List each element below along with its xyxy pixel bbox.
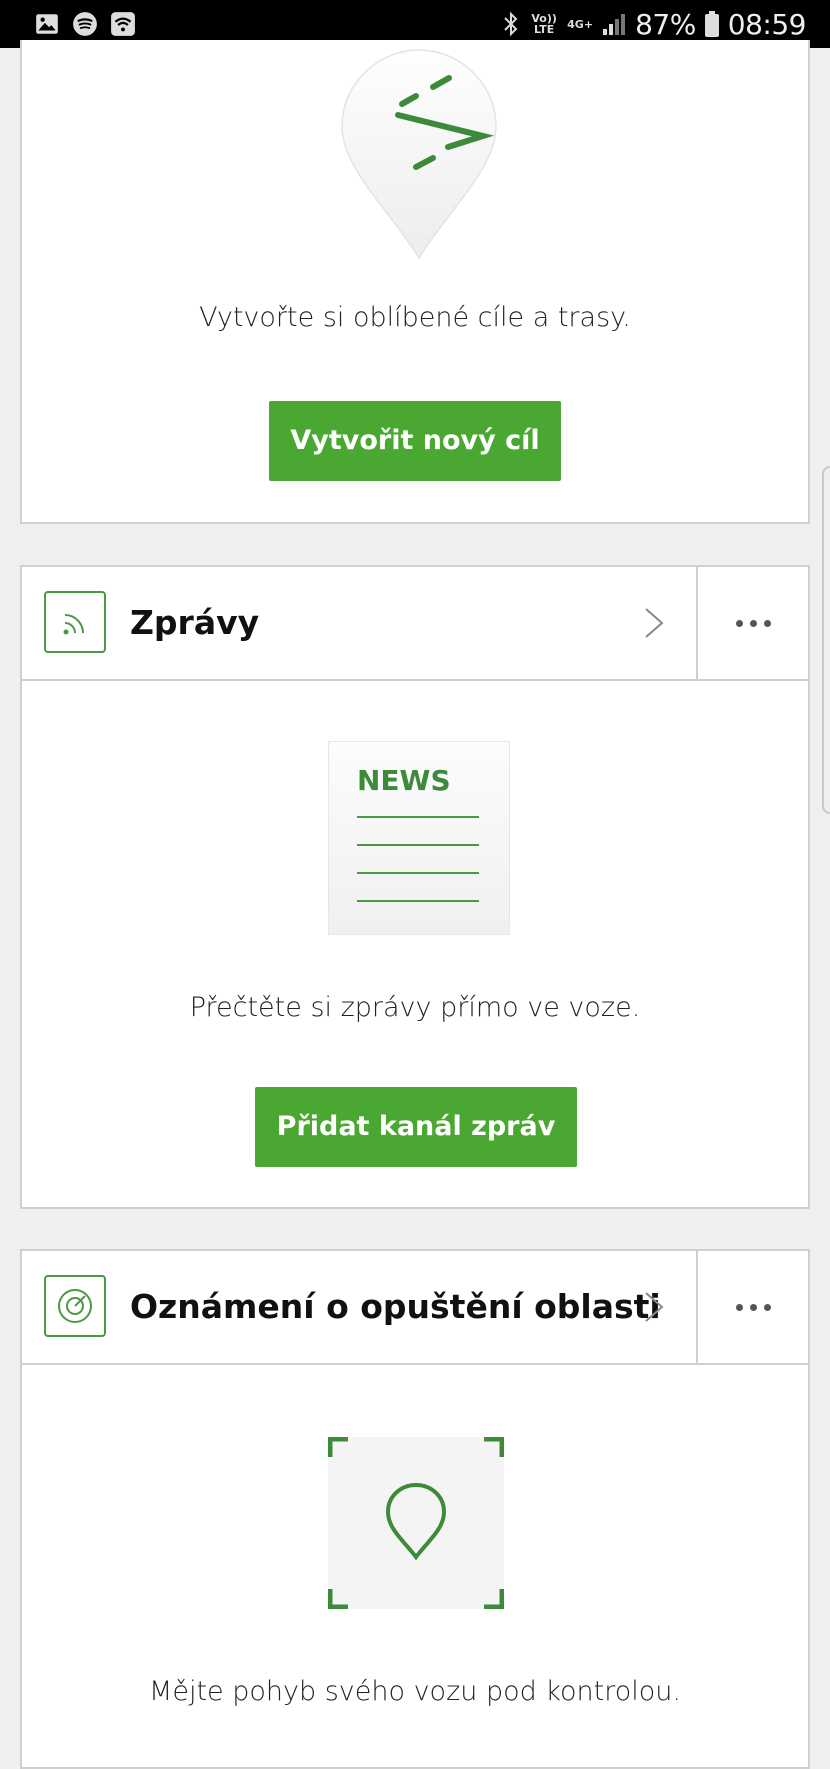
add-news-feed-button[interactable]: Přidat kanál zpráv <box>255 1087 577 1167</box>
more-options-icon[interactable] <box>698 1251 808 1363</box>
spotify-icon <box>73 12 97 36</box>
battery-icon <box>704 11 719 37</box>
geofence-illustration <box>328 1437 504 1609</box>
image-icon <box>36 14 58 34</box>
favorites-card: Vytvořte si oblíbené cíle a trasy. Vytvo… <box>20 40 810 524</box>
create-destination-button[interactable]: Vytvořit nový cíl <box>269 401 561 481</box>
news-card-header[interactable]: Zprávy <box>22 567 808 681</box>
signal-icon <box>603 14 626 35</box>
rss-icon <box>44 591 106 653</box>
wifi-icon <box>111 12 135 36</box>
battery-percent: 87% <box>635 7 696 41</box>
geofence-card: Oznámení o opuštění oblasti Mějte pohyb … <box>20 1249 810 1769</box>
scrollbar[interactable] <box>822 466 830 814</box>
radar-icon <box>44 1275 106 1337</box>
location-pin-icon <box>385 1482 447 1561</box>
news-card-title: Zprávy <box>130 603 260 642</box>
news-description: Přečtěte si zprávy přímo ve voze. <box>189 992 641 1023</box>
network-type: Vo)) LTE <box>531 12 557 36</box>
chevron-right-icon[interactable] <box>642 1289 666 1325</box>
route-pin-illustration <box>341 49 497 260</box>
network-gen: 4G+ <box>567 17 594 31</box>
news-illustration: NEWS <box>328 741 510 935</box>
more-options-icon[interactable] <box>698 567 808 679</box>
clock: 08:59 <box>727 7 807 41</box>
geofence-card-title: Oznámení o opuštění oblasti <box>130 1287 661 1326</box>
chevron-right-icon[interactable] <box>642 605 666 641</box>
news-word: NEWS <box>357 764 451 797</box>
favorites-description: Vytvořte si oblíbené cíle a trasy. <box>199 302 631 333</box>
news-card: Zprávy NEWS Přečtěte si zprávy přímo ve … <box>20 565 810 1209</box>
geofence-card-header[interactable]: Oznámení o opuštění oblasti <box>22 1251 808 1365</box>
geofence-description: Mějte pohyb svého vozu pod kontrolou. <box>149 1676 681 1707</box>
bluetooth-icon <box>504 11 518 37</box>
